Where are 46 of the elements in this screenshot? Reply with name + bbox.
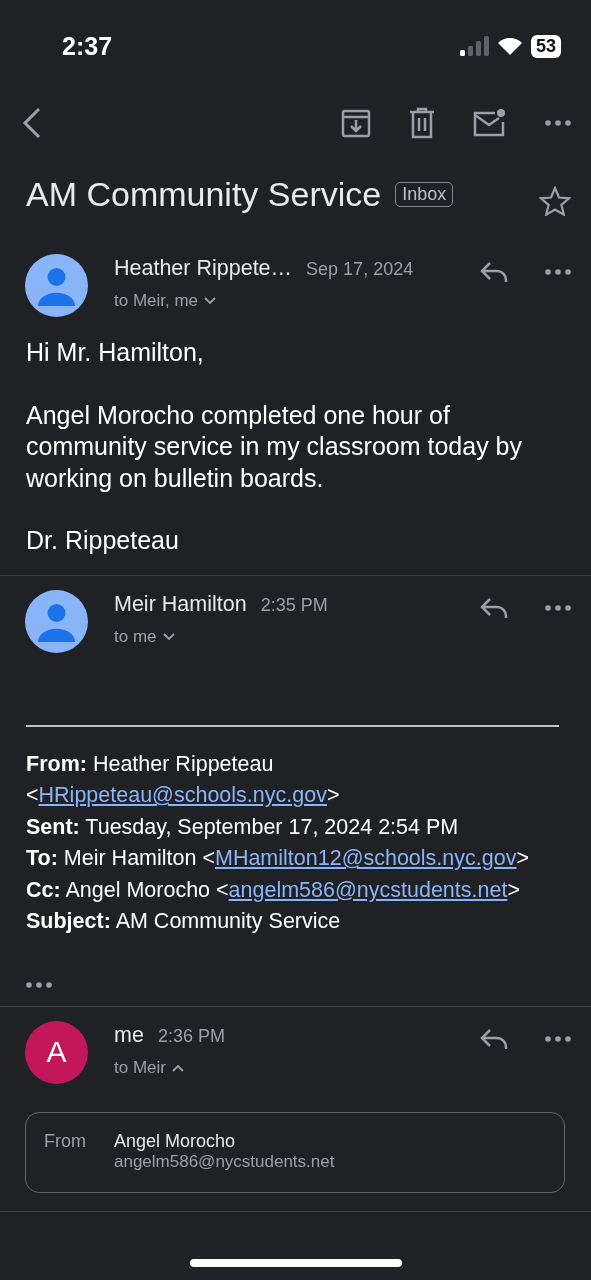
quoted-header-line: Subject: AM Community Service bbox=[26, 908, 342, 935]
avatar: A bbox=[25, 1020, 88, 1084]
star-icon[interactable] bbox=[539, 186, 571, 216]
reply-icon[interactable] bbox=[479, 595, 509, 620]
caret-icon bbox=[171, 1063, 184, 1072]
quoted-header-line: Cc: Angel Morocho <angelm586@nycstudents.net> bbox=[26, 876, 521, 904]
status-time: 2:37 bbox=[62, 31, 113, 61]
message-date: Sep 17, 2024 bbox=[306, 259, 414, 280]
inbox-label: Inbox bbox=[395, 181, 454, 207]
sender-name: me bbox=[114, 1022, 144, 1048]
quoted-header-line: From: Heather Rippeteau <HRippeteau@schools.nyc.gov> bbox=[26, 750, 341, 809]
recipients-toggle[interactable]: to Meir, me bbox=[114, 291, 217, 311]
sender-name: Heather Rippete… bbox=[114, 256, 293, 281]
caret-icon bbox=[204, 297, 217, 305]
more-icon[interactable] bbox=[545, 604, 571, 611]
delete-icon[interactable] bbox=[409, 107, 435, 139]
mark-unread-icon[interactable] bbox=[473, 108, 507, 138]
details-name: Angel Morocho bbox=[114, 1130, 237, 1152]
archive-icon[interactable] bbox=[341, 108, 371, 138]
trimmed-content-icon[interactable] bbox=[26, 981, 52, 988]
battery-level: 53 bbox=[530, 34, 561, 58]
back-icon[interactable] bbox=[22, 107, 42, 139]
signal-icon bbox=[459, 36, 489, 56]
body-paragraph: Hi Mr. Hamilton, bbox=[26, 337, 205, 368]
recipients-toggle[interactable]: to me bbox=[114, 626, 175, 647]
quoted-header-line: To: Meir Hamilton <MHamilton12@schools.nyc.gov> bbox=[26, 845, 530, 872]
reply-icon[interactable] bbox=[479, 260, 509, 284]
sender-name: Meir Hamilton bbox=[114, 591, 247, 617]
details-email: angelm586@nycstudents.net bbox=[114, 1151, 336, 1172]
message-date: 2:36 PM bbox=[157, 1025, 225, 1047]
more-icon[interactable] bbox=[545, 269, 571, 275]
email-link[interactable]: angelm586@nycstudents.net bbox=[228, 877, 508, 902]
body-paragraph: Angel Morocho completed one hour of community service in my classroom today by working on bulletin boards. bbox=[26, 399, 523, 494]
email-link[interactable]: MHamilton12@schools.nyc.gov bbox=[214, 846, 517, 870]
wifi-icon bbox=[496, 36, 523, 56]
message-date: 2:35 PM bbox=[260, 594, 328, 616]
recipients-toggle[interactable]: to Meir bbox=[114, 1057, 184, 1078]
quoted-header-line: Sent: Tuesday, September 17, 2024 2:54 PM bbox=[26, 813, 460, 841]
email-link[interactable]: HRippeteau@schools.nyc.gov bbox=[38, 783, 327, 807]
email-subject: AM Community Service bbox=[26, 174, 382, 214]
body-paragraph: Dr. Rippeteau bbox=[26, 525, 180, 556]
reply-icon[interactable] bbox=[479, 1026, 509, 1051]
details-label: From bbox=[44, 1130, 87, 1153]
more-icon[interactable] bbox=[545, 1035, 571, 1042]
caret-icon bbox=[162, 632, 175, 641]
more-icon[interactable] bbox=[545, 120, 571, 126]
